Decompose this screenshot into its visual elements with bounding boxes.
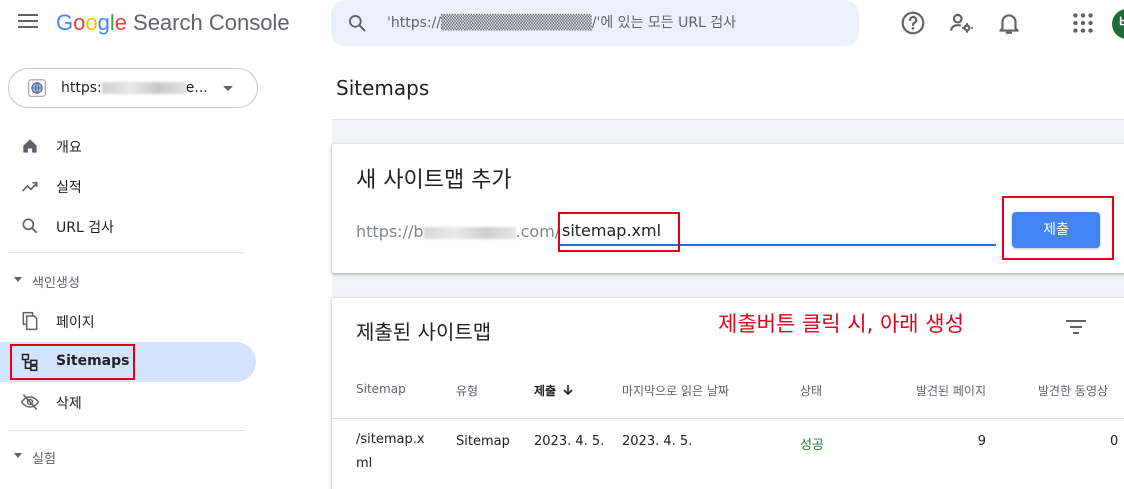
url-prefix-end: .com/ <box>515 222 561 241</box>
search-icon <box>22 218 38 234</box>
property-selector[interactable]: https: e... <box>8 68 258 108</box>
logo-letter: o <box>85 10 98 35</box>
cell-text: /sitemap.x <box>356 432 425 447</box>
column-header-sitemap[interactable]: Sitemap <box>356 382 406 396</box>
url-prefix: https://b .com/ <box>356 222 560 241</box>
manage-users-icon[interactable] <box>948 10 974 36</box>
highlight-box <box>1002 196 1114 260</box>
card-title: 제출된 사이트맵 <box>356 320 492 344</box>
cell-type: Sitemap <box>456 434 510 449</box>
highlight-box <box>10 344 135 380</box>
sidebar-item-removals[interactable]: 삭제 <box>0 382 256 422</box>
url-inspection-search[interactable] <box>331 0 859 46</box>
menu-icon[interactable] <box>18 14 38 32</box>
sidebar-item-label: 실적 <box>56 180 82 196</box>
column-header-videos[interactable]: 발견한 동영상 <box>1038 382 1108 399</box>
logo-letter: e <box>114 10 128 35</box>
cell-text: ml <box>356 456 373 471</box>
search-input[interactable] <box>387 0 847 46</box>
sidebar-item-performance[interactable]: 실적 <box>0 166 256 206</box>
logo-letter: G <box>56 10 74 35</box>
sidebar-item-overview[interactable]: 개요 <box>0 126 256 166</box>
section-indexing[interactable]: 색인생성 <box>0 266 256 296</box>
notifications-icon[interactable] <box>996 10 1022 36</box>
divider <box>8 252 244 253</box>
trending-up-icon <box>21 181 38 192</box>
home-icon <box>23 139 37 153</box>
card-title: 새 사이트맵 추가 <box>356 168 512 193</box>
help-icon[interactable] <box>900 10 926 36</box>
cell-sitemap-path[interactable]: /sitemap.x ml <box>356 428 436 476</box>
cell-videos: 0 <box>1110 434 1119 449</box>
sidebar-item-url-inspection[interactable]: URL 검사 <box>0 206 256 246</box>
search-icon <box>349 15 366 32</box>
cell-status: 성공 <box>800 438 824 453</box>
column-header-label: 제출 <box>534 384 557 398</box>
column-header-type[interactable]: 유형 <box>456 382 478 399</box>
top-app-bar: GoogleSearch Console 버 <box>0 0 1124 48</box>
visibility-off-icon <box>20 393 40 411</box>
avatar[interactable]: 버 <box>1112 9 1124 39</box>
main-content: Sitemaps 새 사이트맵 추가 https://b .com/ 제출 제출된… <box>272 48 1124 489</box>
apps-icon[interactable] <box>1070 10 1096 36</box>
redacted-text <box>423 226 516 239</box>
filter-icon[interactable] <box>1065 318 1087 336</box>
column-header-last-read[interactable]: 마지막으로 읽은 날짜 <box>622 382 729 399</box>
chevron-down-icon <box>223 86 233 91</box>
page-header: Sitemaps <box>332 48 1124 120</box>
url-prefix-start: https://b <box>356 222 424 241</box>
redacted-text <box>101 82 186 94</box>
spacer <box>272 48 332 489</box>
section-experiments[interactable]: 실험 <box>0 442 256 472</box>
section-label: 색인생성 <box>32 276 80 291</box>
logo-letter: g <box>97 10 110 35</box>
sidebar-item-label: 페이지 <box>56 315 95 331</box>
property-url-suffix: e... <box>185 80 208 96</box>
add-sitemap-card: 새 사이트맵 추가 https://b.com/ 제출 <box>332 144 1124 273</box>
cell-last-read: 2023. 4. 5. <box>622 434 693 449</box>
sidebar-item-label: 개요 <box>56 140 82 156</box>
property-url-prefix: https: <box>61 80 102 96</box>
column-header-submitted[interactable]: 제출 <box>534 382 574 399</box>
cell-submitted: 2023. 4. 5. <box>534 434 605 449</box>
highlight-box <box>558 212 680 252</box>
chevron-down-icon <box>14 453 22 458</box>
product-logo[interactable]: Google Search Console <box>56 10 290 36</box>
globe-icon <box>28 79 46 97</box>
cell-pages: 9 <box>977 434 986 449</box>
annotation-text: 제출버튼 클릭 시, 아래 생성 <box>718 312 964 336</box>
sidebar: https: e... 개요 실적 URL 검사 색인생성 페이지 Sitemap… <box>0 56 272 489</box>
page-title: Sitemaps <box>336 76 430 100</box>
pages-icon <box>22 311 38 331</box>
chevron-down-icon <box>14 277 22 282</box>
divider <box>8 430 244 431</box>
divider <box>332 418 1124 419</box>
section-label: 실험 <box>32 452 56 467</box>
column-header-status[interactable]: 상태 <box>800 382 822 399</box>
product-name: Search Console <box>133 10 290 35</box>
logo-letter: o <box>73 10 86 35</box>
sidebar-item-pages[interactable]: 페이지 <box>0 301 256 341</box>
property-url: https: e... <box>61 80 208 96</box>
column-header-pages[interactable]: 발견된 페이지 <box>904 382 986 399</box>
sidebar-item-label: URL 검사 <box>56 220 114 236</box>
sidebar-item-label: 삭제 <box>56 396 82 412</box>
submitted-sitemaps-card: 제출된 사이트맵 제출버튼 클릭 시, 아래 생성 Sitemap 유형 제출 … <box>332 298 1124 489</box>
arrow-down-icon <box>563 385 573 396</box>
